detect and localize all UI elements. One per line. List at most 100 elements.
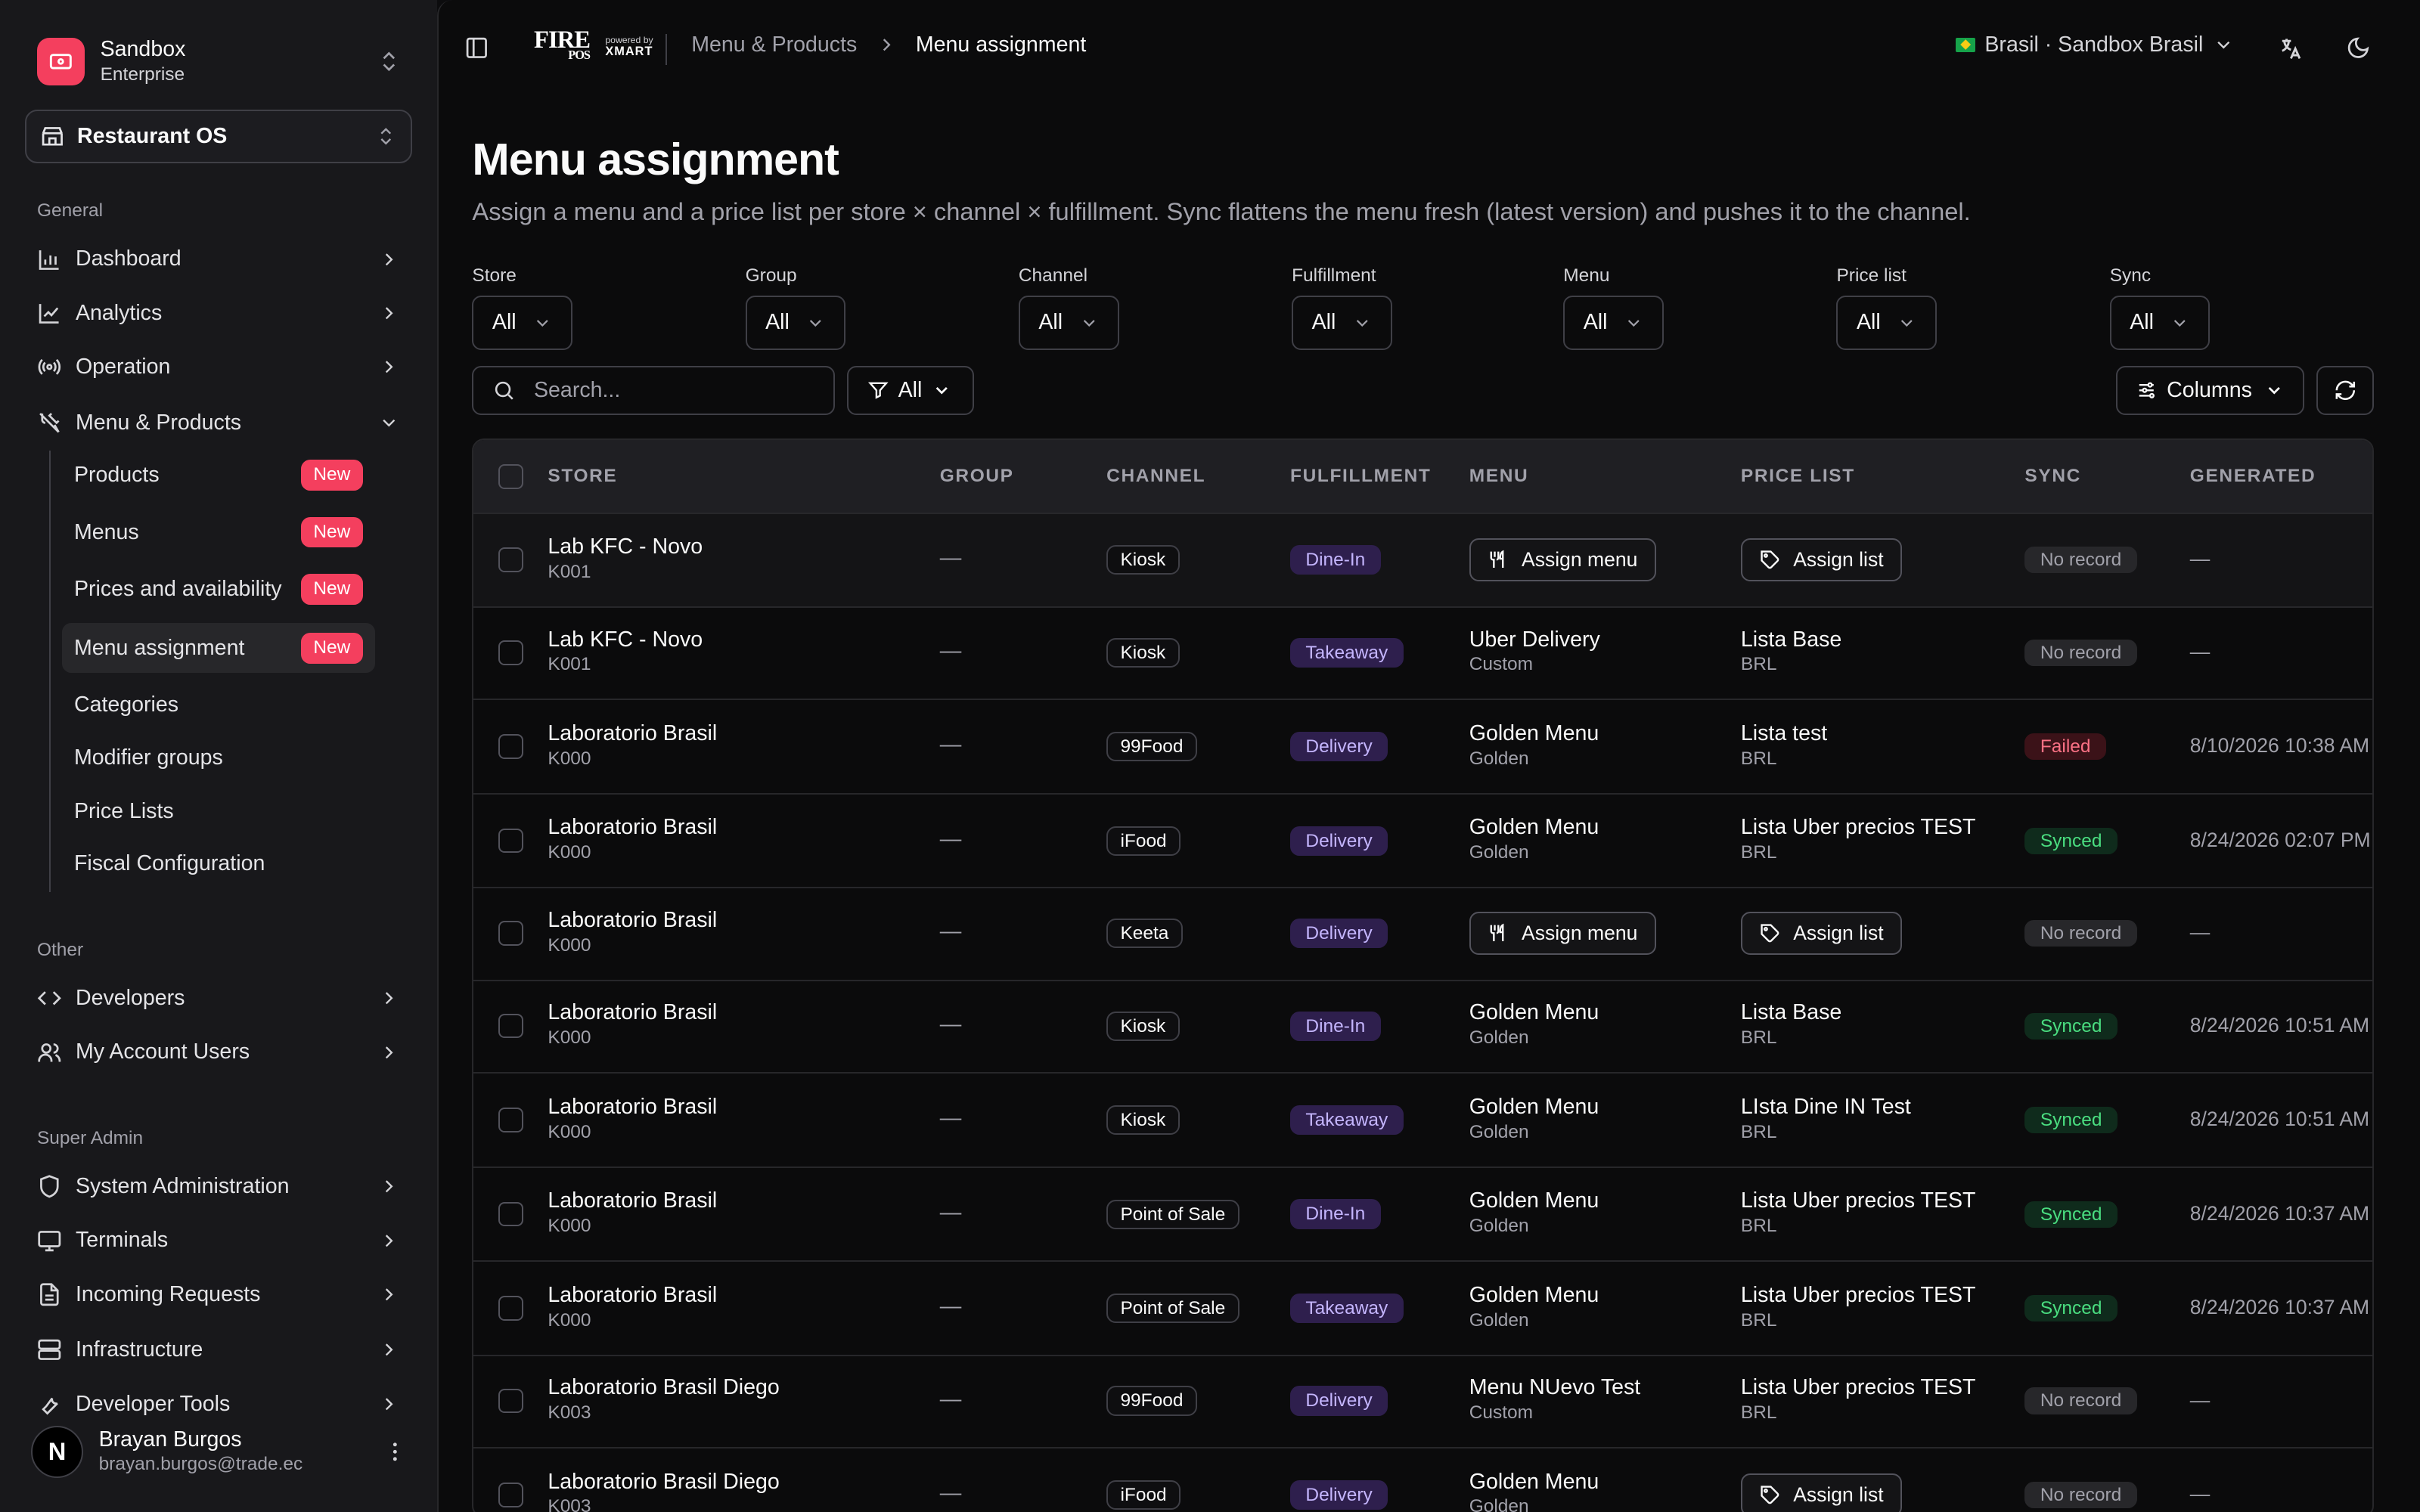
column-header-channel[interactable]: CHANNEL: [1106, 466, 1205, 487]
menu-name: Golden Menu: [1469, 1282, 1599, 1307]
assign-list-button[interactable]: Assign list: [1740, 538, 1903, 582]
store-code: K001: [548, 654, 591, 675]
price-list-name: Lista Uber precios TEST: [1740, 1188, 1976, 1213]
table-row[interactable]: Lab KFC - Novo K001 — Kiosk Takeaway Uber Del…: [473, 606, 2372, 701]
search-input[interactable]: Search...: [472, 365, 835, 415]
columns-button[interactable]: Columns: [2115, 365, 2304, 415]
region-selector[interactable]: Brasil · Sandbox Brasil: [1955, 33, 2234, 57]
sidebar-subitem-fiscal-configuration[interactable]: Fiscal Configuration: [62, 839, 375, 888]
translate-icon[interactable]: [2278, 36, 2304, 62]
row-checkbox[interactable]: [498, 547, 523, 573]
refresh-button[interactable]: [2316, 365, 2374, 415]
assign-menu-button[interactable]: Assign menu: [1469, 912, 1656, 956]
page-title: Menu assignment: [472, 133, 839, 184]
sidebar-subitem-prices-availability[interactable]: Prices and availability New: [62, 565, 375, 614]
sidebar-toggle-icon[interactable]: [464, 36, 489, 60]
table-row[interactable]: Laboratorio Brasil K000 — 99Food Delivery Gol…: [473, 700, 2372, 795]
moon-icon[interactable]: [2346, 36, 2371, 60]
sidebar-item-menu-products[interactable]: Menu & Products: [25, 398, 412, 448]
row-checkbox[interactable]: [498, 1296, 523, 1321]
filter-label: Price list: [1836, 265, 1907, 287]
filter-select-group[interactable]: All: [745, 296, 846, 350]
store-code: K000: [548, 1309, 591, 1331]
row-checkbox[interactable]: [498, 1201, 523, 1227]
sidebar-subitem-modifier-groups[interactable]: Modifier groups: [62, 733, 375, 782]
price-list-currency: BRL: [1740, 1309, 1777, 1331]
row-checkbox[interactable]: [498, 1013, 523, 1039]
table-row[interactable]: Laboratorio Brasil K000 — Kiosk Dine-In Golde…: [473, 980, 2372, 1074]
column-header-group[interactable]: GROUP: [940, 466, 1014, 487]
row-checkbox[interactable]: [498, 1388, 523, 1414]
chevron-down-icon: [805, 313, 826, 333]
sidebar-subitem-menus[interactable]: Menus New: [62, 507, 375, 556]
column-header-price-list[interactable]: PRICE LIST: [1741, 466, 1855, 487]
table-row[interactable]: Laboratorio Brasil K000 — iFood Delivery Gold…: [473, 795, 2372, 889]
filter-select-sync[interactable]: All: [2109, 296, 2211, 350]
sidebar-item-dashboard[interactable]: Dashboard: [25, 234, 412, 284]
table-row[interactable]: Lab KFC - Novo K001 — Kiosk Dine-In Assign me…: [473, 513, 2372, 609]
select-all-checkbox[interactable]: [498, 464, 523, 489]
product-selector[interactable]: Restaurant OS: [24, 109, 412, 164]
row-checkbox[interactable]: [498, 1483, 523, 1507]
assign-list-button[interactable]: Assign list: [1740, 912, 1903, 956]
column-header-fulfillment[interactable]: FULFILLMENT: [1290, 466, 1431, 487]
product-selector-label: Restaurant OS: [76, 124, 228, 149]
sidebar-subitem-price-lists[interactable]: Price Lists: [62, 787, 375, 836]
filter-select-channel[interactable]: All: [1018, 296, 1119, 350]
breadcrumb-item-menu-products[interactable]: Menu & Products: [691, 33, 857, 57]
price-list-name: Lista Uber precios TEST: [1740, 1375, 1976, 1400]
sidebar-item-terminals[interactable]: Terminals: [25, 1216, 412, 1265]
filter-value: All: [2130, 310, 2154, 335]
more-vertical-icon[interactable]: [383, 1439, 408, 1464]
tag-icon: [1759, 1484, 1781, 1506]
filter-select-menu[interactable]: All: [1563, 296, 1664, 350]
section-label-super-admin: Super Admin: [36, 1127, 144, 1148]
table-row[interactable]: Laboratorio Brasil Diego K003 — 99Food Deliv…: [473, 1355, 2372, 1449]
chevron-right-icon: [378, 1284, 400, 1306]
chevron-down-icon: [1079, 313, 1100, 333]
store-code: K003: [548, 1402, 591, 1423]
row-checkbox[interactable]: [498, 734, 523, 759]
filter-button[interactable]: All: [847, 365, 974, 415]
row-checkbox[interactable]: [498, 1108, 523, 1132]
generated-at: 8/24/2026 02:07 PM: [2189, 828, 2371, 851]
sliders-icon: [2136, 380, 2158, 401]
column-header-generated[interactable]: GENERATED: [2190, 466, 2316, 487]
column-header-menu[interactable]: MENU: [1469, 466, 1529, 487]
sidebar-item-infrastructure[interactable]: Infrastructure: [25, 1325, 412, 1374]
filter-select-fulfillment[interactable]: All: [1292, 296, 1392, 350]
sidebar-subitem-label: Modifier groups: [73, 745, 223, 770]
search-placeholder: Search...: [534, 377, 621, 402]
row-checkbox[interactable]: [498, 640, 523, 665]
org-switcher[interactable]: Sandbox Enterprise: [25, 22, 414, 102]
sync-status-badge: Failed: [2024, 733, 2106, 761]
row-checkbox[interactable]: [498, 921, 523, 946]
sidebar-subitem-categories[interactable]: Categories: [62, 680, 375, 730]
sidebar-item-my-account-users[interactable]: My Account Users: [25, 1027, 412, 1077]
column-header-store[interactable]: STORE: [548, 466, 617, 487]
table-row[interactable]: Laboratorio Brasil Diego K003 — iFood Delive…: [473, 1448, 2372, 1512]
sidebar-item-developers[interactable]: Developers: [25, 974, 412, 1023]
chevron-right-icon: [876, 34, 898, 56]
table-row[interactable]: Laboratorio Brasil K000 — Kiosk Takeaway Gold…: [473, 1074, 2372, 1168]
sidebar-item-operation[interactable]: Operation: [25, 342, 412, 392]
table-row[interactable]: Laboratorio Brasil K000 — Point of Sale Dine…: [473, 1168, 2372, 1263]
assign-list-button[interactable]: Assign list: [1740, 1473, 1903, 1512]
column-header-sync[interactable]: SYNC: [2024, 466, 2081, 487]
sidebar-item-analytics[interactable]: Analytics: [25, 289, 412, 338]
assign-menu-button[interactable]: Assign menu: [1469, 538, 1656, 582]
sidebar-item-incoming-requests[interactable]: Incoming Requests: [25, 1270, 412, 1319]
row-checkbox[interactable]: [498, 828, 523, 854]
sidebar-item-system-administration[interactable]: System Administration: [25, 1162, 412, 1211]
user-menu[interactable]: N Brayan Burgos brayan.burgos@trade.ec: [24, 1416, 414, 1488]
filter-select-store[interactable]: All: [472, 296, 573, 350]
table-row[interactable]: Laboratorio Brasil K000 — Point of Sale Take…: [473, 1262, 2372, 1356]
org-name: Sandbox: [100, 36, 186, 61]
filter-select-price-list[interactable]: All: [1836, 296, 1938, 350]
sidebar-subitem-menu-assignment[interactable]: Menu assignment New: [61, 623, 375, 673]
group-value: —: [939, 826, 962, 851]
table-row[interactable]: Laboratorio Brasil K000 — Keeta Delivery Assi…: [473, 887, 2372, 981]
sidebar-subitem-products[interactable]: Products New: [62, 451, 375, 500]
user-email: brayan.burgos@trade.ec: [98, 1454, 303, 1475]
group-value: —: [939, 546, 962, 571]
